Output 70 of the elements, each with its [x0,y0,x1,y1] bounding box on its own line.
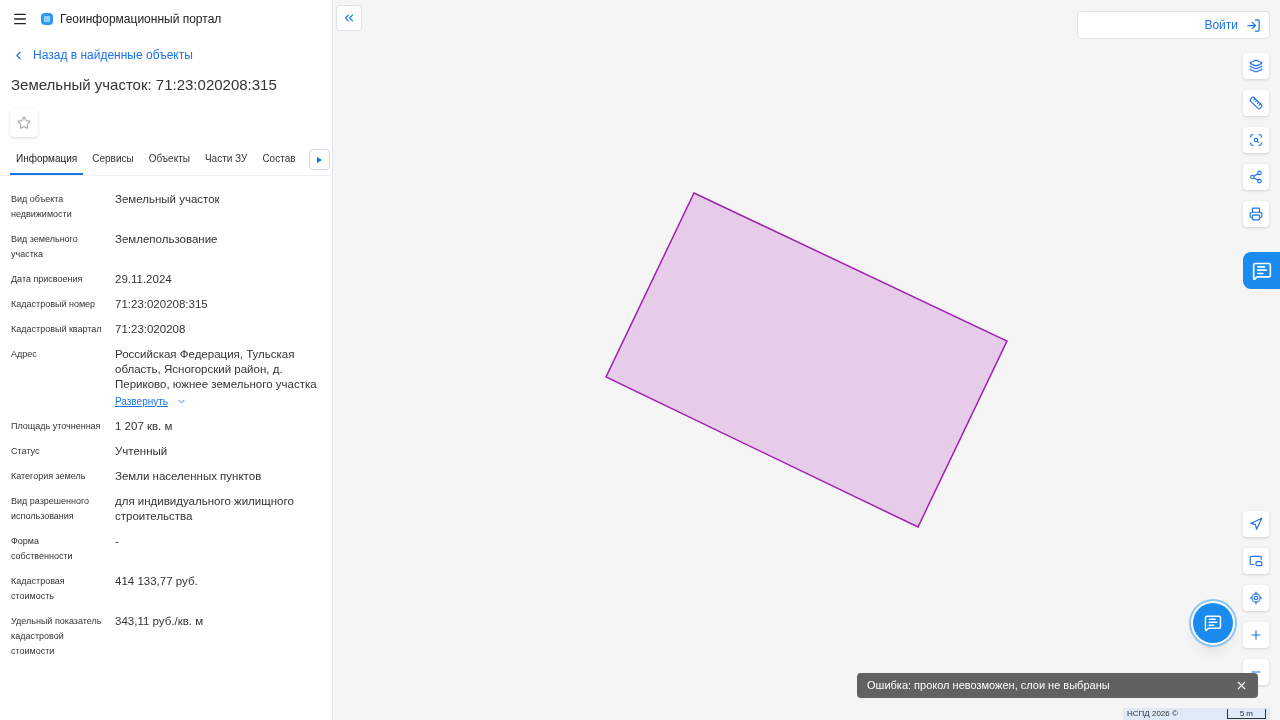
property-label: Кадастровый квартал [11,322,103,336]
property-label: Вид объекта недвижимости [11,192,73,221]
tab[interactable]: Состав [256,144,302,175]
tab[interactable]: Информация [10,144,84,175]
star-icon [17,115,31,130]
property-label: Кадастровая стоимость [11,574,66,603]
property-value: 29.11.2024 [115,271,172,287]
expand-link[interactable]: Развернуть [115,393,321,409]
layers-icon [1249,59,1263,73]
property-value: Земельный участок [115,191,220,207]
property-value: 71:23:020208:315 [115,296,208,312]
scale-label: 5 m [1226,709,1266,719]
property-value: Земли населенных пунктов [115,468,262,484]
area-search-button[interactable] [1243,127,1269,153]
property-label: Категория земель [11,469,87,483]
layers-button[interactable] [1243,53,1269,79]
collapse-panel-button[interactable] [336,5,362,31]
share-button[interactable] [1243,164,1269,190]
double-chevron-left-icon [342,11,356,25]
zoom-in-icon [1249,628,1263,642]
login-button[interactable]: Войти [1077,11,1270,39]
close-icon[interactable] [1235,679,1248,692]
favorite-button[interactable] [10,108,38,137]
side-tab-button[interactable] [1243,252,1280,289]
property-label: Форма собственности [11,534,74,563]
property-value: для индивидуального жилищного строительства [115,493,295,524]
toast-message: Ошибка: прокол невозможен, слои не выбраны [867,678,1110,694]
minimap-icon [1249,554,1263,568]
portal-title: Геоинформационный портал [60,10,222,28]
printer-icon [1249,207,1263,221]
speech-bubble-icon [1251,260,1272,281]
navigation-icon [1249,517,1263,531]
property-label: Вид разрешенного использования [11,494,91,523]
ruler-icon [1249,96,1263,110]
property-label: Площадь уточненная [11,419,102,433]
tabs-scroll-button[interactable] [309,149,330,170]
chat-icon [1204,614,1222,632]
share-icon [1249,170,1263,184]
property-label: Адрес [11,347,38,361]
navigation-button[interactable] [1243,511,1269,537]
locate-button[interactable] [1243,585,1269,611]
property-value: Российская Федерация, Тульская область, Ясногорский район, д. Периково, южнее земельного участка [115,346,318,392]
logo-icon [40,11,54,26]
tab[interactable]: Части ЗУ [198,144,254,175]
object-title: Земельный участок: 71:23:020208:315 [10,75,278,95]
tab[interactable]: Сервисы [86,144,140,175]
chat-button[interactable] [1193,603,1233,643]
caret-icon [317,156,322,163]
minimap-button[interactable] [1243,548,1269,574]
property-label: Дата присвоения [11,272,84,286]
property-label: Кадастровый номер [11,297,97,311]
login-icon [1246,17,1261,33]
property-value: 71:23:020208 [115,321,186,337]
locate-icon [1249,591,1263,605]
back-link[interactable]: Назад в найденные объекты [0,46,332,64]
ruler-button[interactable] [1243,90,1269,116]
property-value: - [115,533,119,549]
property-value: 343,11 руб./кв. м [115,613,204,629]
property-value: 1 207 кв. м [115,418,173,434]
property-value: Землепользование [115,231,218,247]
property-label: Вид земельного участка [11,232,79,261]
property-value: 414 133,77 руб. [115,573,198,589]
attribution-text: НСПД 2026 © [1127,708,1178,720]
property-label: Статус [11,444,41,458]
property-value: Учтенный [115,443,168,459]
property-label: Удельный показатель кадастровой стоимости [11,614,103,658]
area-search-icon [1249,133,1263,147]
zoom-in-button[interactable] [1243,622,1269,648]
tab[interactable]: Объекты [142,144,196,175]
printer-button[interactable] [1243,201,1269,227]
